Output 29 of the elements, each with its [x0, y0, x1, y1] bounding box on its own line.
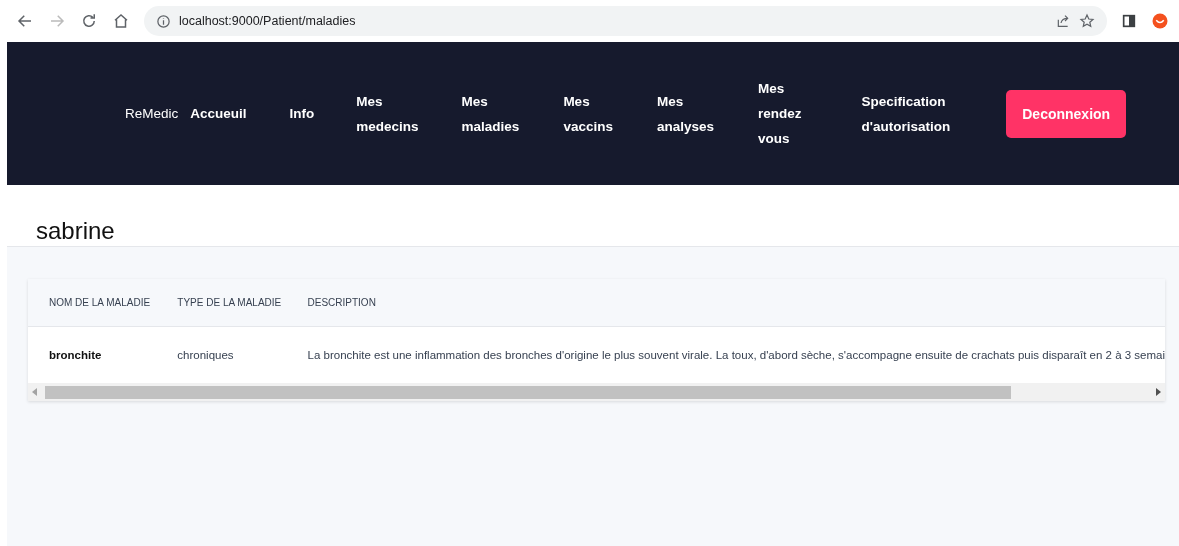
scroll-right-icon[interactable]: [1155, 388, 1161, 396]
table-cell: chroniques: [156, 326, 287, 383]
address-bar[interactable]: localhost:9000/Patient/maladies: [144, 6, 1107, 36]
nav-link[interactable]: Info: [289, 101, 315, 126]
home-icon[interactable]: [112, 12, 130, 30]
table-cell: bronchite: [28, 326, 157, 383]
horizontal-scrollbar[interactable]: [28, 383, 1165, 401]
reload-icon[interactable]: [80, 12, 98, 30]
nav-link[interactable]: Mes rendez vous: [757, 76, 802, 151]
column-header: TYPE DE LA MALADIE: [156, 279, 287, 327]
nav-link[interactable]: Mes maladies: [461, 88, 520, 139]
sidebar-icon[interactable]: [1121, 13, 1137, 29]
back-icon[interactable]: [16, 12, 34, 30]
nav-link[interactable]: Mes medecins: [356, 88, 419, 139]
scrollbar-thumb[interactable]: [45, 385, 1011, 399]
info-icon[interactable]: [156, 13, 171, 29]
table-cell: La bronchite est une inflammation des bronches d'origine le plus souvent virale. La toux, d'abord sèche, s'accompagne ensuite de crachats puis disparaît en 2 à 3 semai: [286, 326, 1165, 383]
logout-button[interactable]: Deconnexion: [1006, 89, 1127, 138]
nav-link[interactable]: Mes vaccins: [563, 88, 613, 139]
nav-link[interactable]: Mes analyses: [656, 88, 714, 139]
share-icon[interactable]: [1055, 13, 1071, 29]
nav-link[interactable]: Specification d'autorisation: [861, 88, 951, 139]
avatar-icon[interactable]: [1151, 12, 1169, 30]
url-text: localhost:9000/Patient/maladies: [179, 14, 356, 28]
star-icon[interactable]: [1079, 13, 1095, 29]
brand-name[interactable]: ReMedic: [125, 106, 179, 121]
nav-link[interactable]: Accueuil: [190, 101, 247, 126]
column-header: DESCRIPTION: [286, 279, 1165, 327]
column-header: NOM DE LA MALADIE: [28, 279, 157, 327]
